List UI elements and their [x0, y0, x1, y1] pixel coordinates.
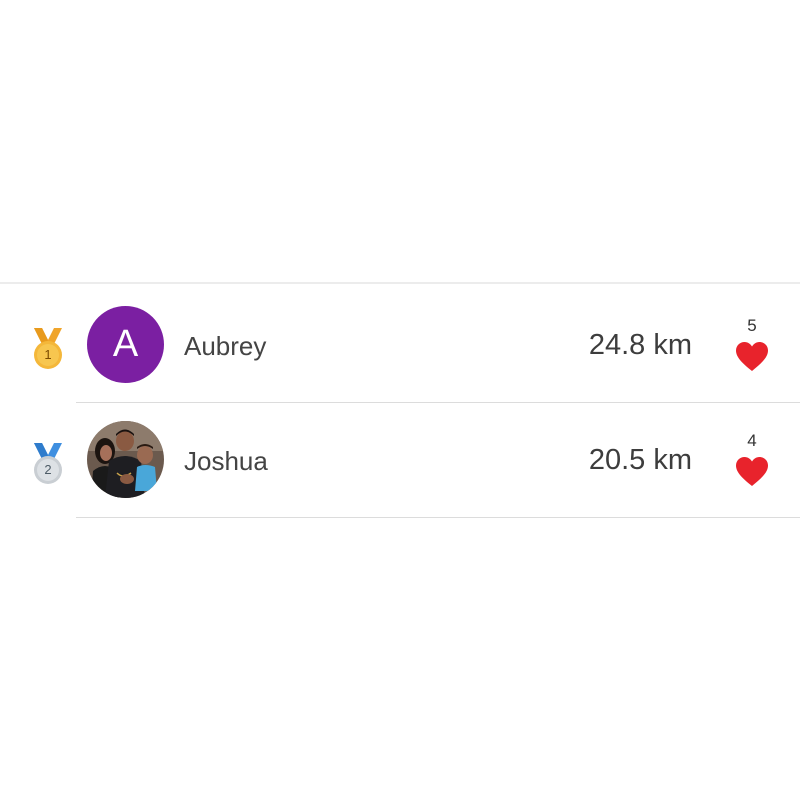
avatar[interactable]: A: [87, 306, 164, 383]
leaderboard-row[interactable]: 1 A Aubrey 24.8 km 5: [0, 288, 800, 403]
gold-medal-icon: 1: [30, 326, 66, 372]
heart-icon: [736, 457, 768, 486]
leaderboard-list: 1 A Aubrey 24.8 km 5 2 Joshua 20.5 km 4: [0, 288, 800, 518]
avatar-initial: A: [112, 323, 139, 365]
distance-value: 24.8 km: [588, 329, 692, 361]
user-name[interactable]: Joshua: [184, 445, 268, 477]
user-name[interactable]: Aubrey: [184, 330, 266, 362]
like-button[interactable]: 5: [733, 316, 771, 378]
top-divider: [0, 282, 800, 284]
like-count: 5: [747, 316, 757, 335]
leaderboard-row[interactable]: 2 Joshua 20.5 km 4: [0, 403, 800, 518]
like-button[interactable]: 4: [733, 431, 771, 493]
avatar-photo[interactable]: [87, 421, 164, 498]
leaderboard-screen: 1 A Aubrey 24.8 km 5 2 Joshua 20.5 km 4: [0, 0, 800, 800]
distance-value: 20.5 km: [588, 444, 692, 476]
rank-number: 2: [44, 462, 52, 477]
row-divider: [76, 517, 800, 518]
like-count: 4: [747, 431, 757, 450]
heart-icon: [736, 342, 768, 371]
rank-number: 1: [44, 347, 52, 362]
silver-medal-icon: 2: [30, 441, 66, 487]
